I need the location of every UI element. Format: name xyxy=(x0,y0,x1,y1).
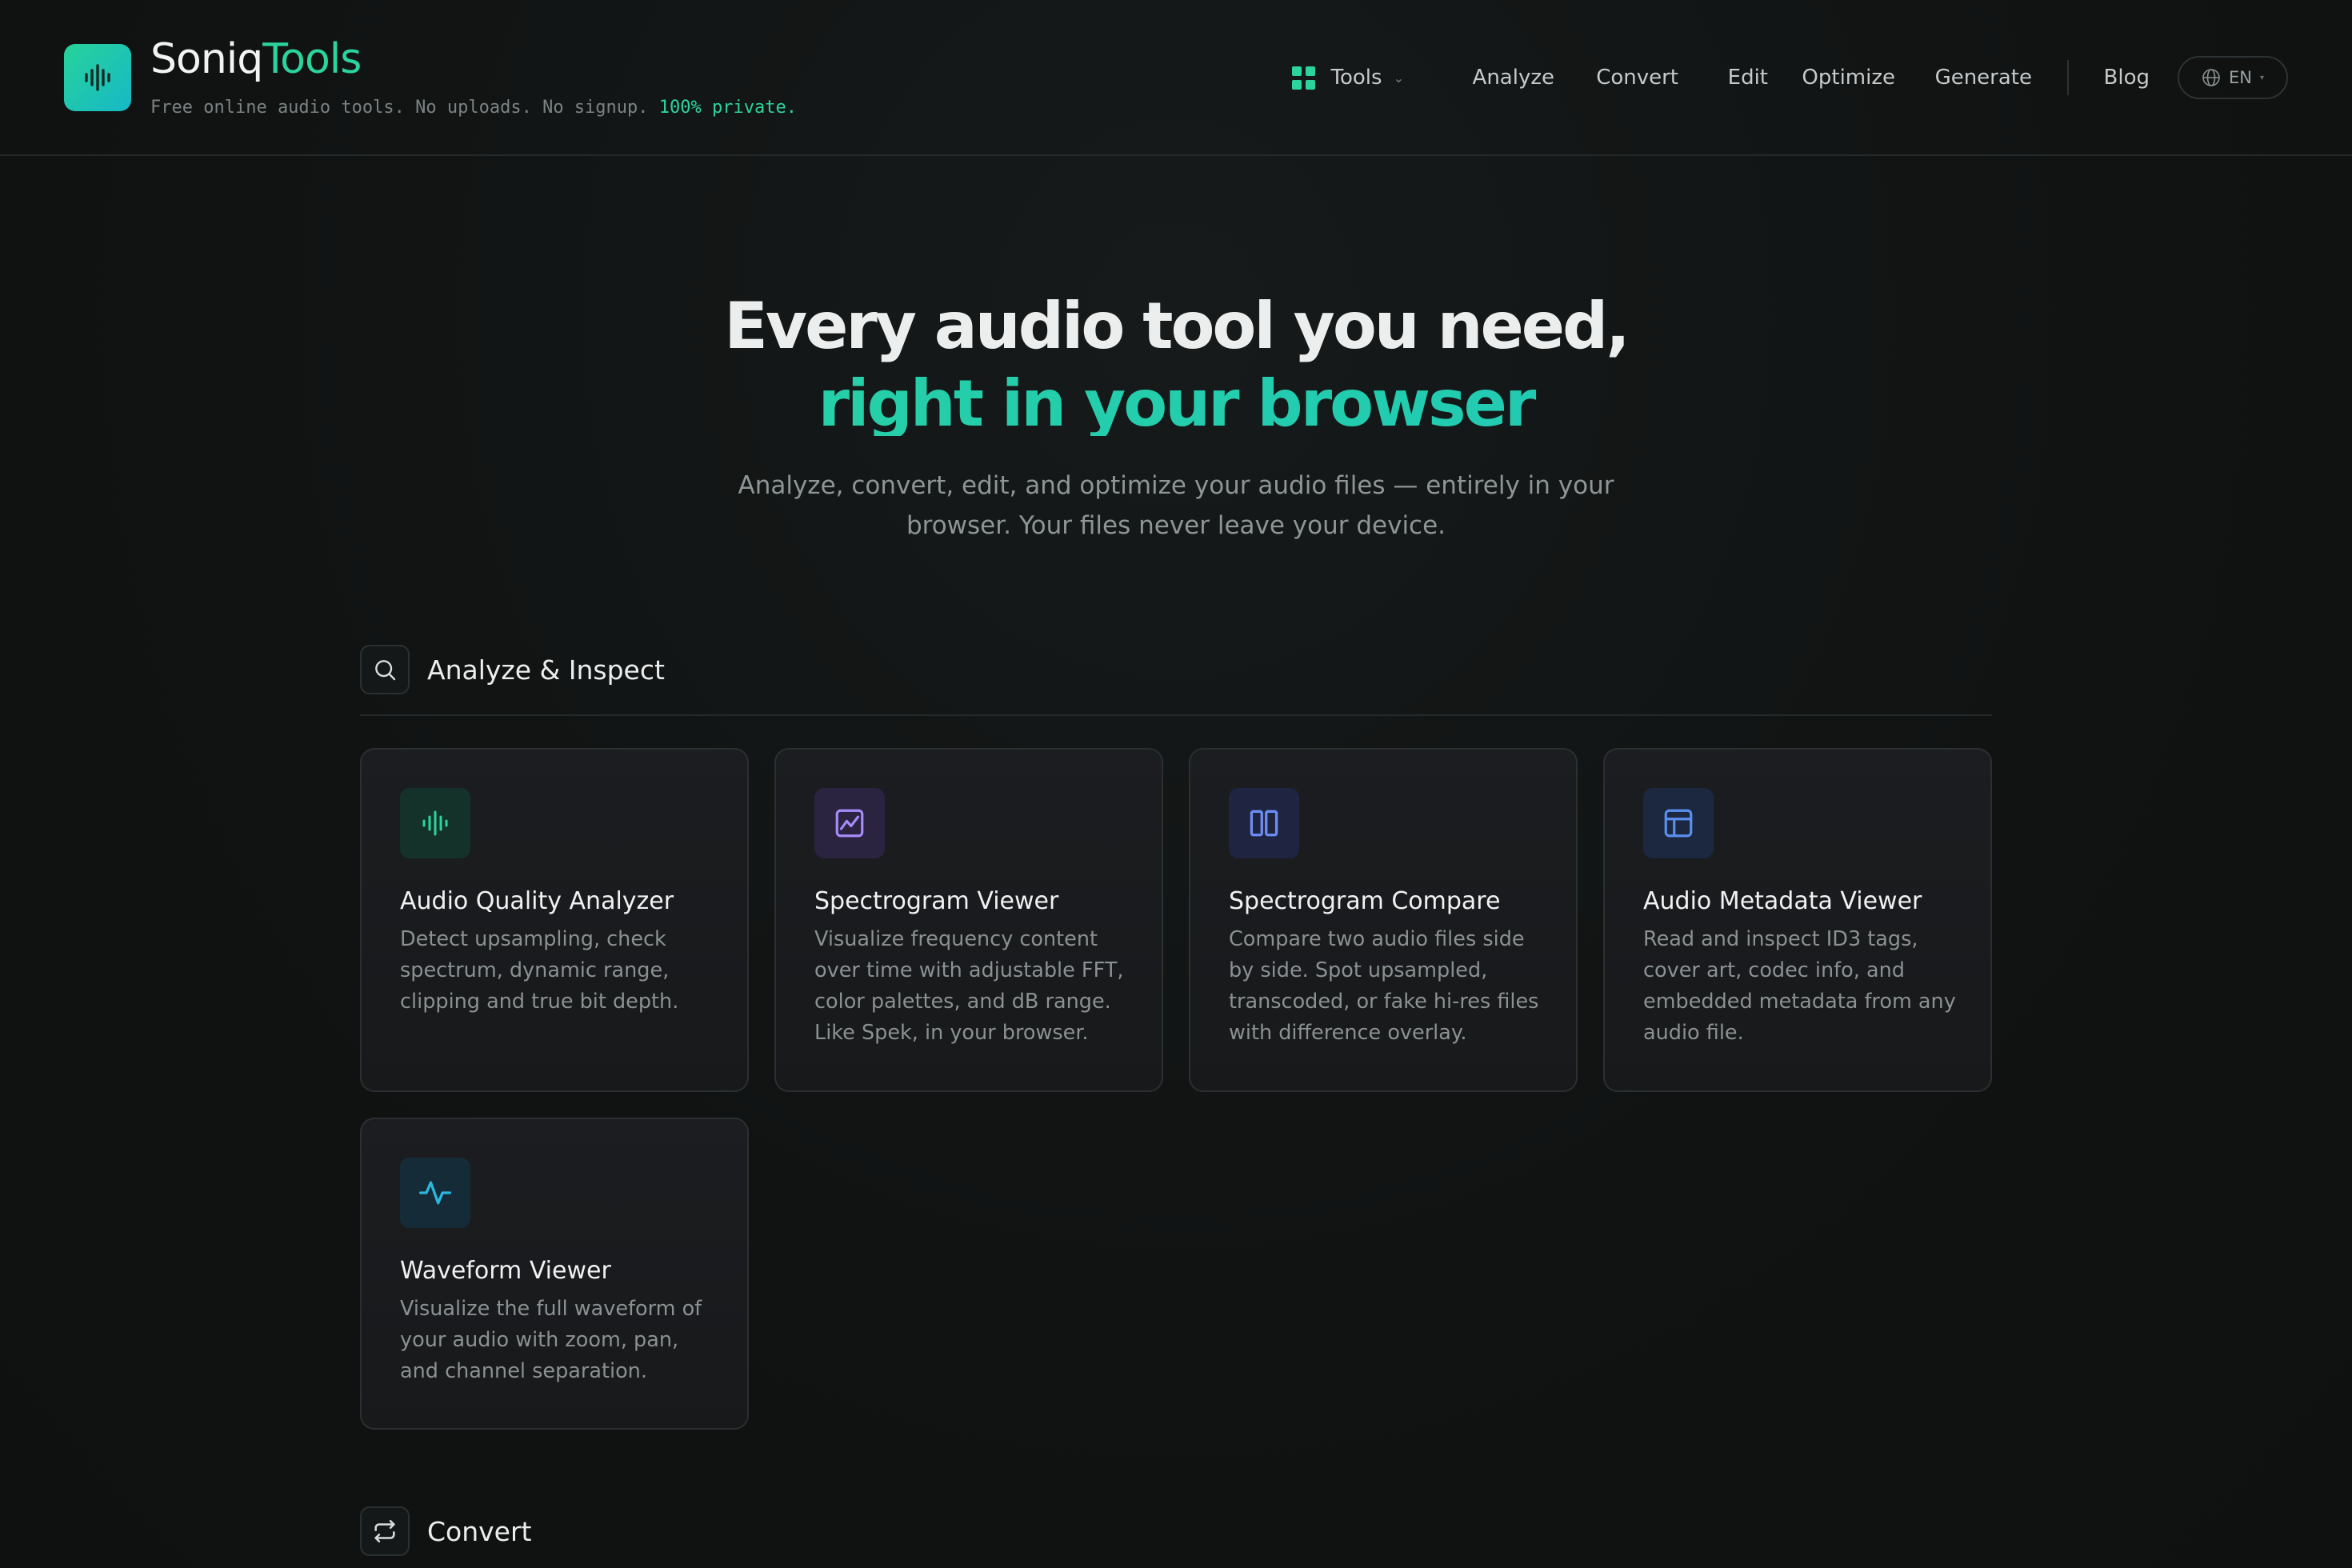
section-divider xyxy=(360,714,1992,716)
nav-tools-dropdown[interactable]: Tools ⌄ xyxy=(1291,50,1404,106)
card-title: Audio Quality Analyzer xyxy=(400,887,674,915)
tool-card-waveform-viewer[interactable]: Waveform Viewer Visualize the full wavef… xyxy=(360,1118,749,1430)
section-title-convert: Convert xyxy=(427,1516,532,1547)
repeat-icon xyxy=(360,1506,410,1556)
tagline-text: Free online audio tools. No uploads. No … xyxy=(150,98,649,118)
nav-convert[interactable]: Convert xyxy=(1596,50,1678,106)
tagline-accent: 100% private. xyxy=(658,98,797,118)
nav-edit[interactable]: Edit xyxy=(1728,50,1768,106)
image-chart-icon xyxy=(814,788,885,858)
layout-icon xyxy=(1643,788,1714,858)
card-description: Read and inspect ID3 tags, cover art, co… xyxy=(1643,927,1956,1045)
nav-blog[interactable]: Blog xyxy=(2104,50,2150,106)
hero-title-line1: Every audio tool you need, xyxy=(724,289,1630,363)
card-description: Visualize the full waveform of your audi… xyxy=(400,1297,702,1383)
nav-divider xyxy=(2067,60,2069,95)
globe-icon xyxy=(2202,69,2220,86)
language-label: EN xyxy=(2228,68,2252,87)
hero-subtitle: Analyze, convert, edit, and optimize you… xyxy=(738,471,1614,540)
caret-down-icon: ▾ xyxy=(2259,73,2264,82)
card-title: Spectrogram Compare xyxy=(1229,887,1501,915)
brand-name[interactable]: SoniqTools xyxy=(150,35,362,83)
section-title-analyze: Analyze & Inspect xyxy=(427,654,665,686)
nav-analyze[interactable]: Analyze xyxy=(1473,50,1554,106)
card-description: Visualize frequency content over time wi… xyxy=(814,927,1124,1045)
hero-title-line2: right in your browser xyxy=(0,372,2352,436)
card-title: Audio Metadata Viewer xyxy=(1643,887,1922,915)
search-icon xyxy=(360,645,410,694)
tool-card-audio-quality-analyzer[interactable]: Audio Quality Analyzer Detect upsampling… xyxy=(360,748,749,1092)
nav-optimize[interactable]: Optimize xyxy=(1802,50,1895,106)
card-title: Spectrogram Viewer xyxy=(814,887,1059,915)
nav-generate[interactable]: Generate xyxy=(1935,50,2032,106)
site-header: SoniqTools Free online audio tools. No u… xyxy=(0,0,2352,156)
brand-name-primary: Soniq xyxy=(150,35,263,83)
tool-card-spectrogram-compare[interactable]: Spectrogram Compare Compare two audio fi… xyxy=(1189,748,1578,1092)
nav-tools-label: Tools xyxy=(1330,66,1382,90)
tagline: Free online audio tools. No uploads. No … xyxy=(150,98,797,118)
tool-card-audio-metadata-viewer[interactable]: Audio Metadata Viewer Read and inspect I… xyxy=(1603,748,1992,1092)
pulse-icon xyxy=(400,1158,470,1228)
tool-card-spectrogram-viewer[interactable]: Spectrogram Viewer Visualize frequency c… xyxy=(774,748,1163,1092)
waveform-bars-icon xyxy=(400,788,470,858)
card-description: Detect upsampling, check spectrum, dynam… xyxy=(400,927,679,1014)
grid-icon xyxy=(1291,66,1315,90)
card-description: Compare two audio files side by side. Sp… xyxy=(1229,927,1539,1045)
chevron-down-icon: ⌄ xyxy=(1393,70,1404,86)
logo-icon[interactable] xyxy=(64,44,131,111)
brand-name-accent: Tools xyxy=(262,35,362,83)
columns-icon xyxy=(1229,788,1299,858)
language-selector[interactable]: EN ▾ xyxy=(2178,56,2288,99)
card-title: Waveform Viewer xyxy=(400,1257,611,1285)
